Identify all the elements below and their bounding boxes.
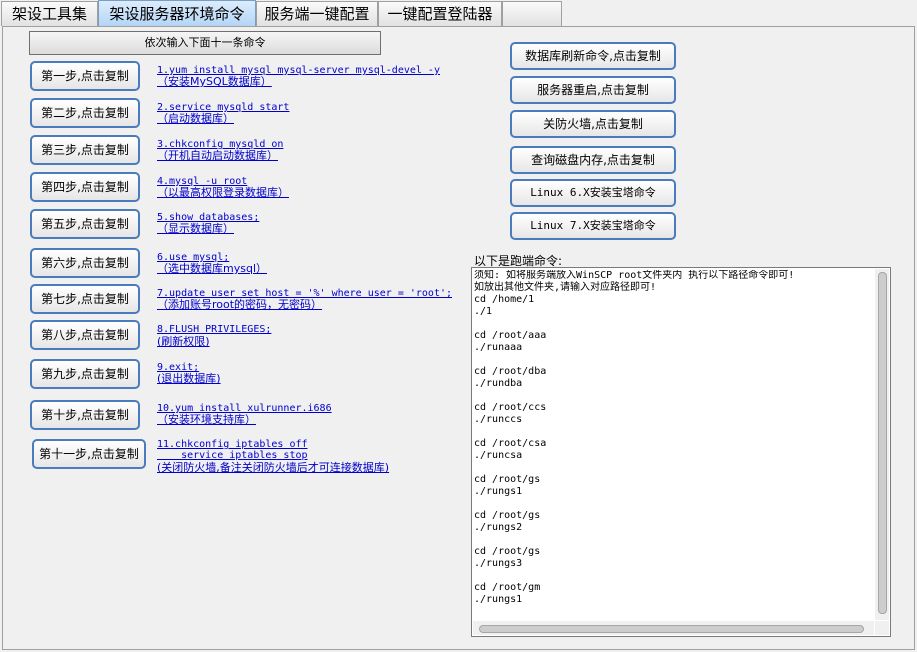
linux6-bt-install-button[interactable]: Linux 6.X安装宝塔命令 [510,179,676,207]
horizontal-scrollbar[interactable] [473,621,874,635]
step-10-note[interactable]: （安装环境支持库） [157,414,256,426]
run-commands-text[interactable]: 须知: 如将服务端放入WinSCP root文件夹内 执行以下路径命令即可! 如… [474,270,874,620]
step-4-button[interactable]: 第四步,点击复制 [30,172,140,202]
vertical-scrollbar[interactable] [875,269,889,620]
run-commands-textbox[interactable]: 须知: 如将服务端放入WinSCP root文件夹内 执行以下路径命令即可! 如… [471,267,891,637]
step-9-note[interactable]: (退出数据库) [157,373,221,385]
tab-server-config[interactable]: 服务端一键配置 [256,1,378,26]
step-11-command[interactable]: 11.chkconfig iptables off service iptabl… [157,439,308,461]
tab-launcher-config[interactable]: 一键配置登陆器 [378,1,502,26]
tab-server-env-commands[interactable]: 架设服务器环境命令 [98,0,256,27]
step-3-button[interactable]: 第三步,点击复制 [30,135,140,165]
server-restart-copy-button[interactable]: 服务器重启,点击复制 [510,76,676,104]
step-5-note[interactable]: （显示数据库） [157,223,234,235]
step-1-note[interactable]: （安装MySQL数据库） [157,76,272,88]
step-7-note[interactable]: （添加账号root的密码，无密码） [157,299,322,311]
scrollbar-corner [875,621,889,635]
step-8-command[interactable]: 8.FLUSH PRIVILEGES; [157,324,271,335]
db-refresh-copy-button[interactable]: 数据库刷新命令,点击复制 [510,42,676,70]
step-8-note[interactable]: (刷新权限) [157,336,210,348]
step-6-button[interactable]: 第六步,点击复制 [30,248,140,278]
step-11-button[interactable]: 第十一步,点击复制 [32,439,146,469]
step-9-button[interactable]: 第九步,点击复制 [30,359,140,389]
step-1-button[interactable]: 第一步,点击复制 [30,61,140,91]
horizontal-scroll-thumb[interactable] [479,625,864,633]
step-7-button[interactable]: 第七步,点击复制 [30,284,140,314]
tab-empty[interactable] [502,1,562,26]
disable-firewall-copy-button[interactable]: 关防火墙,点击复制 [510,110,676,138]
step-6-note[interactable]: （选中数据库mysql） [157,263,267,275]
step-2-button[interactable]: 第二步,点击复制 [30,98,140,128]
linux7-bt-install-button[interactable]: Linux 7.X安装宝塔命令 [510,212,676,240]
tab-tools[interactable]: 架设工具集 [1,1,98,26]
step-2-note[interactable]: （启动数据库） [157,113,234,125]
disk-memory-query-copy-button[interactable]: 查询磁盘内存,点击复制 [510,146,676,174]
instructions-header-button[interactable]: 依次输入下面十一条命令 [29,31,381,55]
step-11-note[interactable]: (关闭防火墙,备注关闭防火墙后才可连接数据库) [157,462,389,474]
step-10-button[interactable]: 第十步,点击复制 [30,400,140,430]
step-5-button[interactable]: 第五步,点击复制 [30,209,140,239]
vertical-scroll-thumb[interactable] [878,272,887,614]
step-8-button[interactable]: 第八步,点击复制 [30,320,140,350]
step-3-note[interactable]: （开机自动启动数据库） [157,150,278,162]
step-4-note[interactable]: （以最高权限登录数据库） [157,187,289,199]
tab-bar: 架设工具集 架设服务器环境命令 服务端一键配置 一键配置登陆器 [0,0,917,27]
